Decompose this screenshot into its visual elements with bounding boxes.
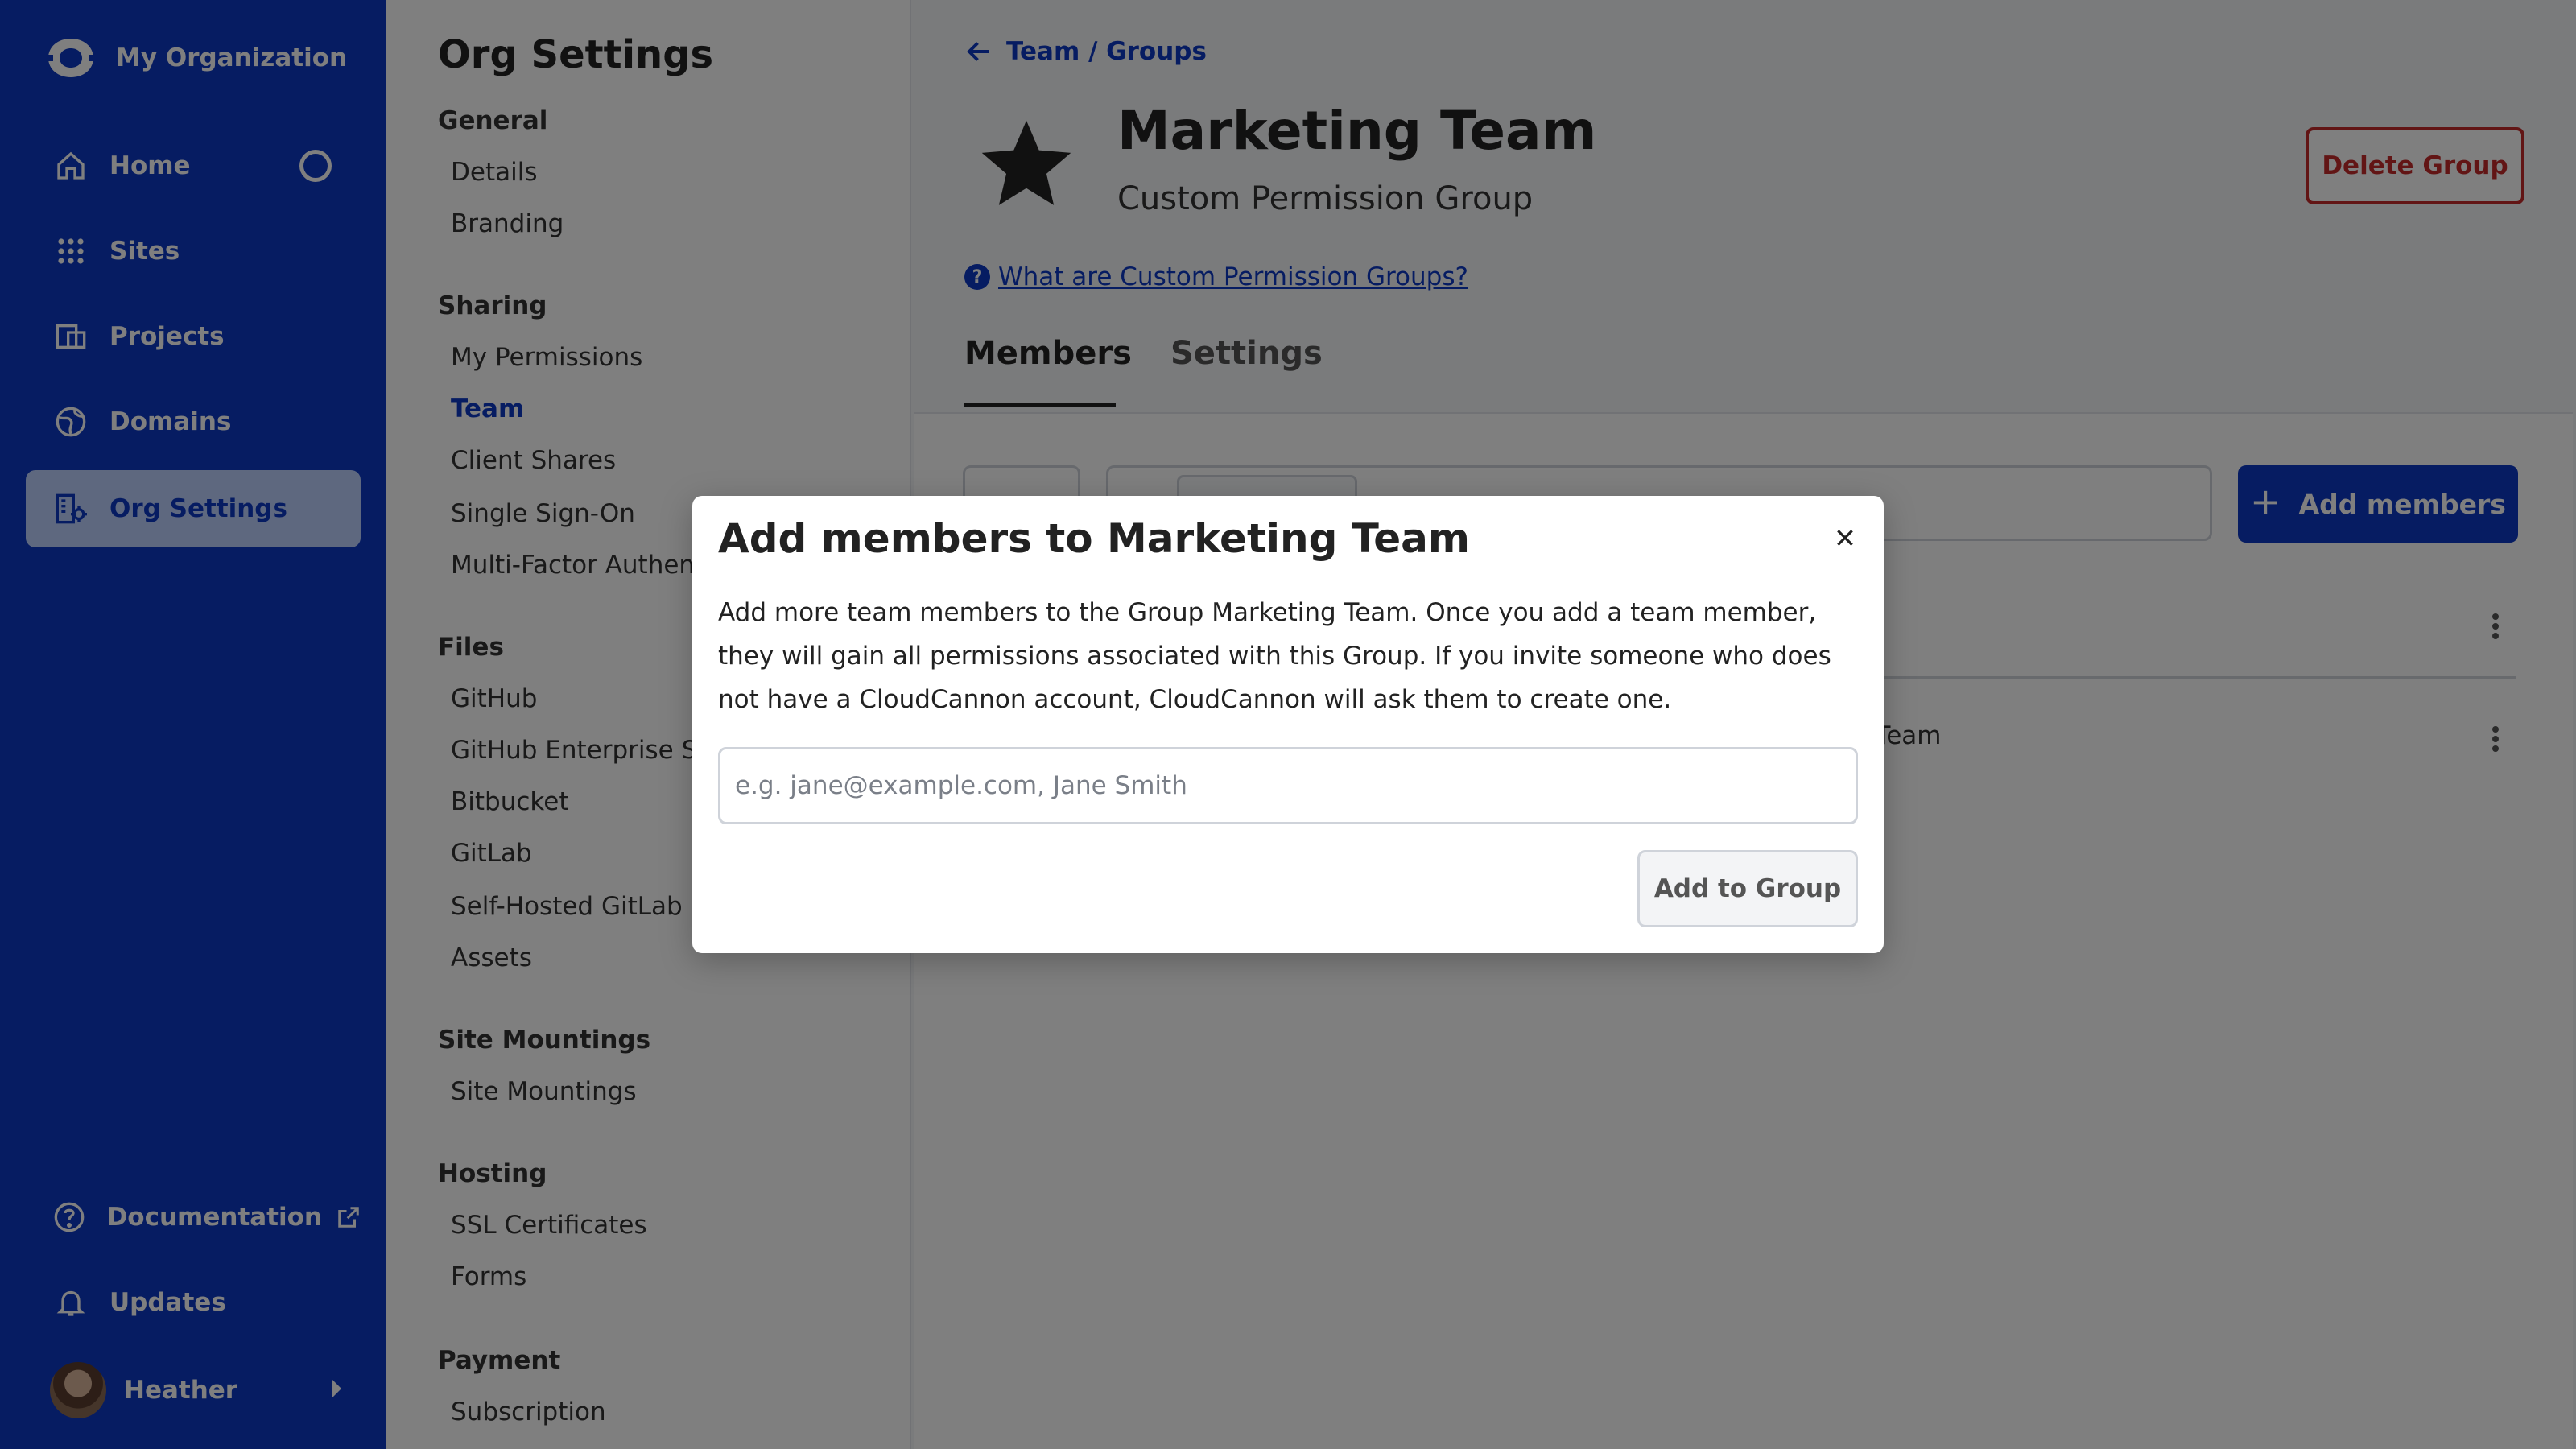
add-members-modal: Add members to Marketing Team Add more t…	[692, 496, 1884, 953]
modal-description: Add more team members to the Group Marke…	[718, 598, 1831, 714]
member-search-input[interactable]	[718, 747, 1858, 824]
modal-title: Add members to Marketing Team	[718, 515, 1471, 562]
close-icon[interactable]	[1829, 522, 1861, 554]
add-to-group-button[interactable]: Add to Group	[1637, 850, 1858, 927]
